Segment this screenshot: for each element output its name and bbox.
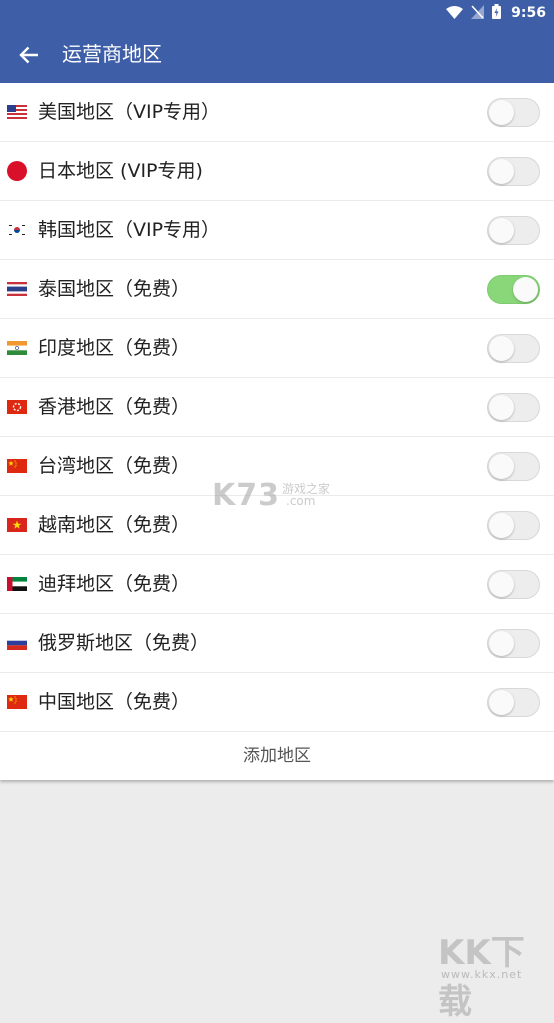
region-toggle-cn[interactable]	[487, 688, 540, 717]
flag-ae-icon	[7, 577, 27, 591]
region-label: 日本地区 (VIP专用)	[38, 160, 203, 182]
flag-us-icon	[7, 105, 27, 119]
region-label: 中国地区（免费）	[38, 691, 191, 713]
wifi-icon	[446, 4, 464, 23]
arrow-left-icon	[19, 46, 38, 64]
region-row-th: 泰国地区（免费）	[0, 260, 554, 319]
region-row-ru: 俄罗斯地区（免费）	[0, 614, 554, 673]
watermark-k73-domain: .com	[286, 494, 316, 508]
region-label: 俄罗斯地区（免费）	[38, 632, 210, 654]
page-title: 运营商地区	[62, 42, 162, 66]
region-label: 印度地区（免费）	[38, 337, 191, 359]
watermark-kk-url: www.kkx.net	[441, 968, 523, 981]
region-list: 美国地区（VIP专用） 日本地区 (VIP专用) 韩国地区（VIP专用） 泰国地…	[0, 83, 554, 780]
region-toggle-hk[interactable]	[487, 393, 540, 422]
region-row-cn: 中国地区（免费）	[0, 673, 554, 732]
region-row-jp: 日本地区 (VIP专用)	[0, 142, 554, 201]
flag-th-icon	[7, 282, 27, 296]
region-row-hk: 香港地区（免费）	[0, 378, 554, 437]
battery-icon	[492, 3, 502, 23]
flag-tw-icon	[7, 459, 27, 473]
region-row-in: 印度地区（免费）	[0, 319, 554, 378]
region-toggle-vn[interactable]	[487, 511, 540, 540]
region-toggle-ru[interactable]	[487, 629, 540, 658]
flag-in-icon	[7, 341, 27, 355]
region-label: 香港地区（免费）	[38, 396, 191, 418]
region-toggle-in[interactable]	[487, 334, 540, 363]
flag-ru-icon	[7, 636, 27, 650]
status-bar: 9:56	[0, 0, 554, 26]
status-time: 9:56	[511, 5, 546, 21]
signal-off-icon	[471, 4, 485, 23]
region-label: 越南地区（免费）	[38, 514, 191, 536]
app-bar: 运营商地区	[0, 26, 554, 83]
flag-jp-icon	[7, 161, 27, 181]
region-label: 美国地区（VIP专用）	[38, 101, 221, 123]
flag-vn-icon	[7, 518, 27, 532]
status-icons: 9:56	[446, 0, 546, 26]
region-toggle-th[interactable]	[487, 275, 540, 304]
region-label: 台湾地区（免费）	[38, 455, 191, 477]
region-label: 迪拜地区（免费）	[38, 573, 191, 595]
watermark-k73: K73	[212, 478, 280, 513]
region-row-kr: 韩国地区（VIP专用）	[0, 201, 554, 260]
region-toggle-kr[interactable]	[487, 216, 540, 245]
flag-hk-icon	[7, 400, 27, 414]
region-label: 韩国地区（VIP专用）	[38, 219, 221, 241]
region-toggle-us[interactable]	[487, 98, 540, 127]
add-region-button[interactable]: 添加地区	[0, 732, 554, 780]
region-toggle-tw[interactable]	[487, 452, 540, 481]
region-row-us: 美国地区（VIP专用）	[0, 83, 554, 142]
region-toggle-ae[interactable]	[487, 570, 540, 599]
region-label: 泰国地区（免费）	[38, 278, 191, 300]
flag-kr-icon	[7, 223, 27, 237]
back-button[interactable]	[14, 40, 44, 70]
flag-cn-icon	[7, 695, 27, 709]
region-row-ae: 迪拜地区（免费）	[0, 555, 554, 614]
region-toggle-jp[interactable]	[487, 157, 540, 186]
